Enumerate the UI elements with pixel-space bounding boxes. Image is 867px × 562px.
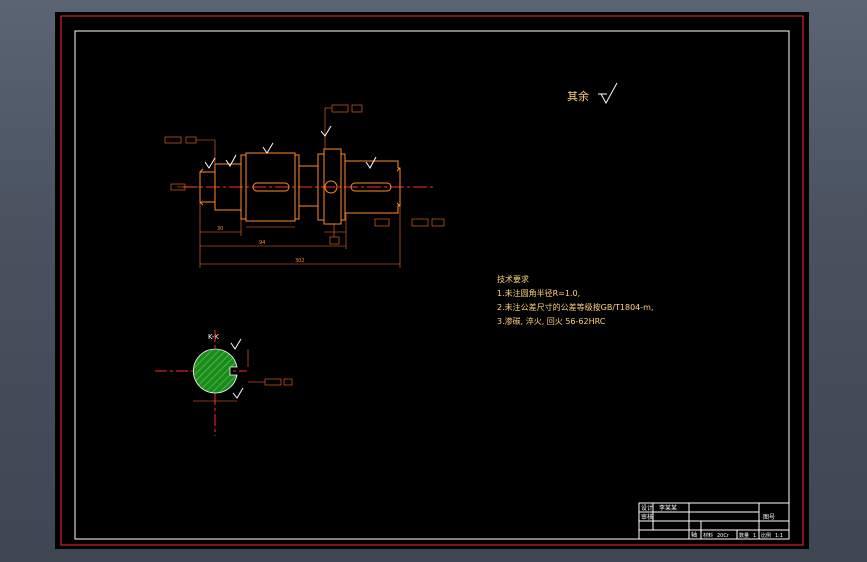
datum-box-a (329, 236, 340, 245)
tb-material-label: 材料 (703, 532, 713, 539)
tb-part-name: 轴 (691, 531, 697, 539)
shaft-main-view: 302 94 30 (164, 104, 445, 268)
tb-scale-label: 比例 (761, 532, 771, 539)
tb-designer-name: 李某某 (659, 504, 677, 512)
tb-drawing-type: 图号 (763, 514, 775, 521)
inner-border (74, 30, 790, 540)
section-tol-frame-b (283, 378, 293, 386)
tech-requirements-title: 技术要求 (497, 274, 529, 284)
tb-checker-label: 审核 (641, 513, 653, 521)
tech-requirements: 技术要求 1.未注圆角半径R=1.0, 2.未注公差尺寸的公差等级按GB/T18… (497, 274, 653, 326)
section-view: K-K (155, 330, 293, 436)
roughness-symbol-1-icon (204, 157, 216, 169)
roughness-note-text: 其余 (567, 89, 589, 103)
tb-scale: 1:1 (775, 533, 783, 539)
tolerance-frame-3b (431, 218, 445, 227)
dim-overall-text: 302 (295, 258, 305, 264)
roughness-symbol-4-icon (365, 156, 377, 169)
tolerance-frame-3 (411, 218, 429, 227)
roughness-note: 其余 (567, 82, 618, 105)
outer-border (60, 15, 804, 546)
tb-quantity-label: 数量 (739, 532, 749, 539)
cad-viewport[interactable]: 其余 302 94 30 技术要求 1.未注圆角半径R=1.0, 2.未注公差尺… (55, 12, 809, 549)
tech-requirement-2: 2.未注公差尺寸的公差等级按GB/T1804-m, (497, 302, 653, 312)
tolerance-frame-1 (164, 136, 182, 144)
tb-designer-label: 设计 (641, 504, 653, 512)
section-roughness-icon (230, 338, 242, 350)
section-label: K-K (208, 333, 219, 341)
roughness-symbol-3-icon (262, 142, 274, 154)
tech-requirement-1: 1.未注圆角半径R=1.0, (497, 288, 580, 298)
section-roughness-2-icon (232, 387, 244, 399)
section-hatch (192, 348, 238, 394)
tolerance-frame-4 (374, 218, 390, 227)
tb-quantity: 1 (753, 533, 756, 539)
tb-material: 20Cr (717, 533, 730, 539)
tolerance-frame-2 (331, 104, 349, 113)
engineering-drawing: 其余 302 94 30 技术要求 1.未注圆角半径R=1.0, 2.未注公差尺… (60, 15, 804, 546)
tech-requirement-3: 3.渗碳, 淬火, 回火 56-62HRC (497, 316, 606, 326)
tolerance-frame-2b (351, 104, 363, 113)
dim-length-2-text: 30 (217, 226, 223, 232)
tolerance-frame-1b (185, 136, 197, 144)
roughness-symbol-icon (600, 82, 618, 105)
dim-length-1-text: 94 (259, 240, 265, 246)
roughness-symbol-5-icon (320, 125, 332, 137)
title-block: 设计 李某某 审核 图号 轴 材料 20Cr 数量 1 比例 1:1 (638, 502, 790, 540)
section-tol-frame (264, 378, 282, 386)
